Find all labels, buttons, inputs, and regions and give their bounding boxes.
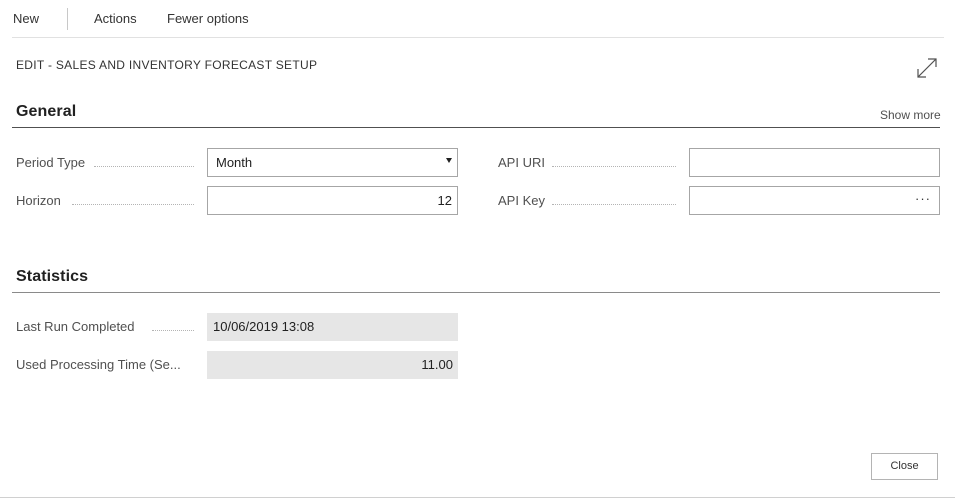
api-uri-leader <box>552 166 676 167</box>
last-run-completed-label: Last Run Completed <box>16 319 135 334</box>
horizon-label: Horizon <box>16 193 61 208</box>
page-title: EDIT - SALES AND INVENTORY FORECAST SETU… <box>16 58 318 72</box>
show-more-link[interactable]: Show more <box>880 108 941 122</box>
toolbar-divider-line <box>12 37 944 38</box>
new-button[interactable]: New <box>13 11 39 26</box>
used-processing-time-value: 11.00 <box>207 351 458 379</box>
period-type-value: Month <box>216 155 253 170</box>
period-type-leader <box>94 166 194 167</box>
close-button[interactable]: Close <box>871 453 938 480</box>
general-section-divider <box>12 127 940 128</box>
footer-divider <box>0 497 955 498</box>
general-section-title: General <box>16 103 77 120</box>
last-run-completed-value: 10/06/2019 13:08 <box>207 313 458 341</box>
api-uri-label: API URI <box>498 155 545 170</box>
statistics-section-title: Statistics <box>16 268 89 285</box>
api-key-field[interactable]: ··· <box>689 186 940 215</box>
more-icon[interactable]: ··· <box>915 191 931 206</box>
horizon-leader <box>72 204 194 205</box>
api-key-leader <box>552 204 676 205</box>
fewer-options-button[interactable]: Fewer options <box>167 11 249 26</box>
period-type-select[interactable]: Month <box>207 148 458 177</box>
last-run-completed-leader <box>152 330 194 331</box>
used-processing-time-label: Used Processing Time (Se... <box>16 357 181 372</box>
statistics-section-divider <box>12 292 940 293</box>
expand-icon[interactable] <box>914 56 940 80</box>
api-key-label: API Key <box>498 193 545 208</box>
toolbar-divider <box>67 8 68 30</box>
chevron-down-icon <box>446 158 452 163</box>
actions-button[interactable]: Actions <box>94 11 137 26</box>
api-uri-field[interactable] <box>689 148 940 177</box>
horizon-field[interactable]: 12 <box>207 186 458 215</box>
action-bar: New Actions Fewer options <box>0 0 955 38</box>
period-type-label: Period Type <box>16 155 86 170</box>
